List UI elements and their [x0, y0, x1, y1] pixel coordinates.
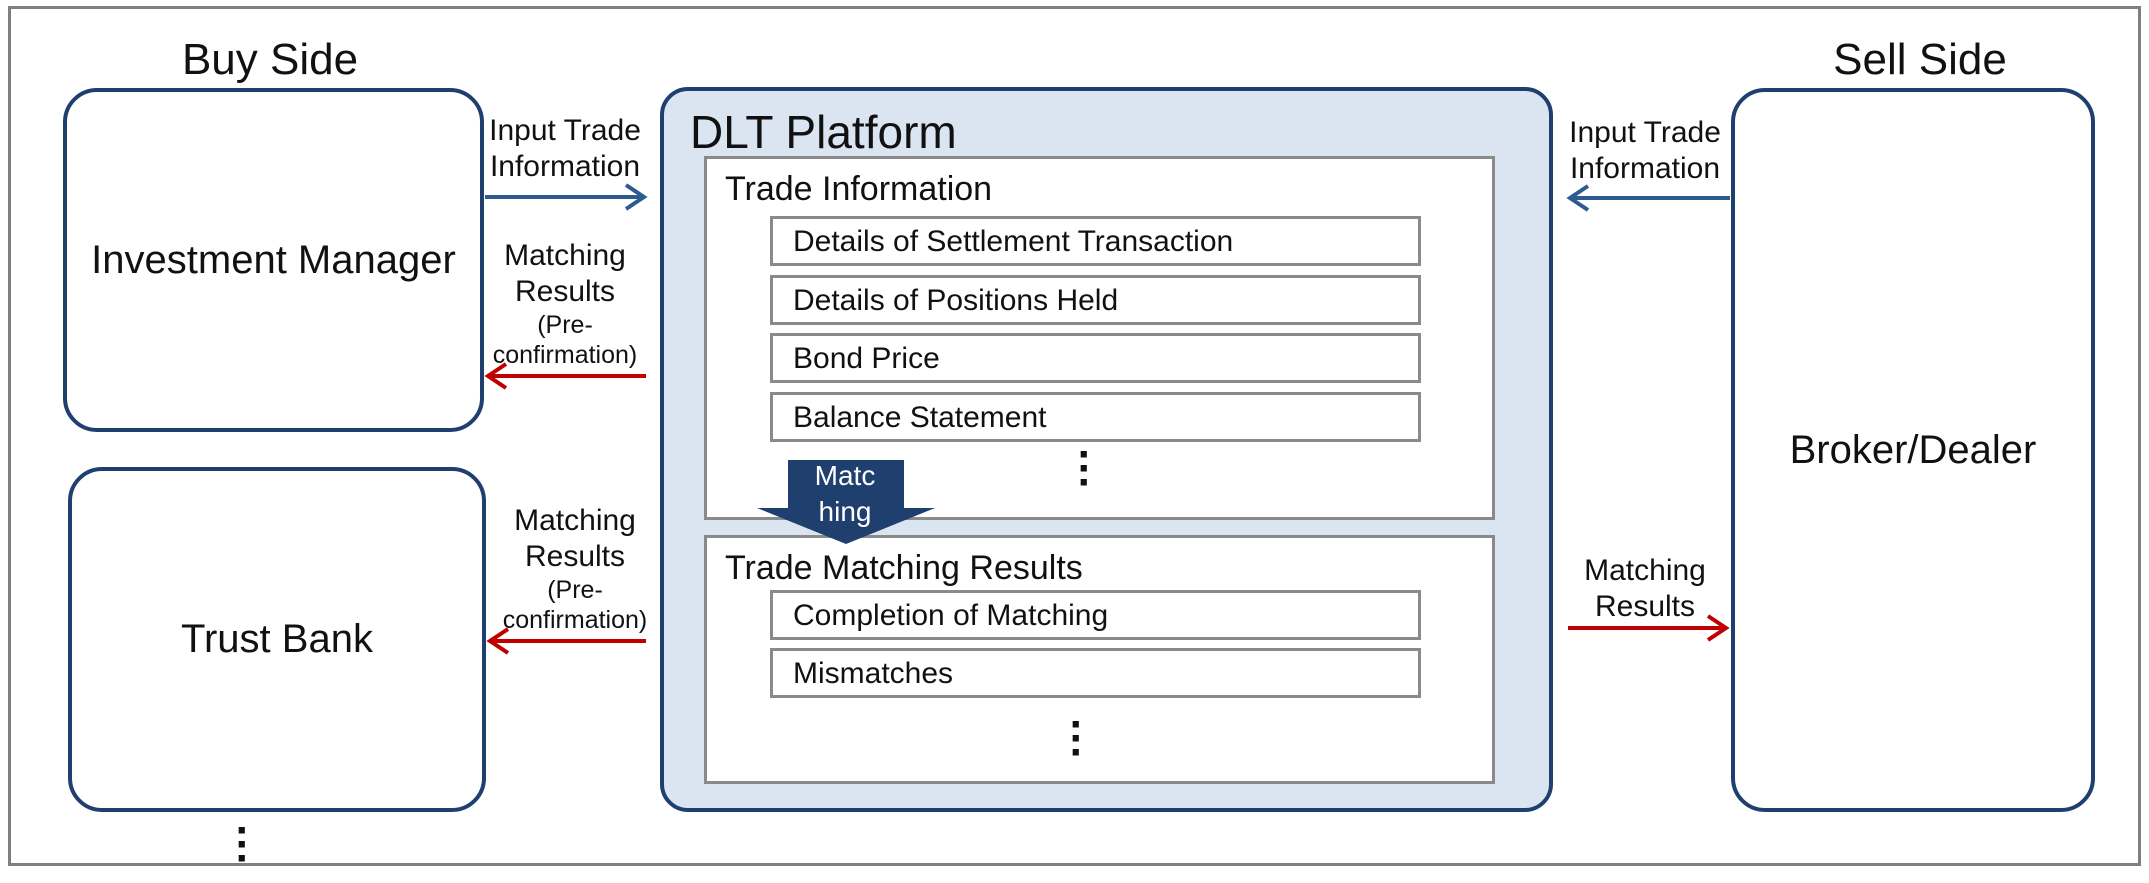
im-input-arrow: [485, 183, 648, 211]
bd-input-label: Input Trade Information: [1569, 116, 1721, 185]
bd-results-label: Matching Results: [1584, 554, 1706, 623]
im-results-label: Matching Results (Pre- confirmation): [492, 239, 638, 369]
tb-results-label: Matching Results (Pre- confirmation): [502, 504, 648, 634]
im-input-label: Input Trade Information: [489, 114, 641, 183]
matching-arrow-label: Matc hing: [814, 460, 876, 527]
flow-arrows: [484, 183, 1730, 655]
bd-input-arrow: [1566, 184, 1730, 212]
